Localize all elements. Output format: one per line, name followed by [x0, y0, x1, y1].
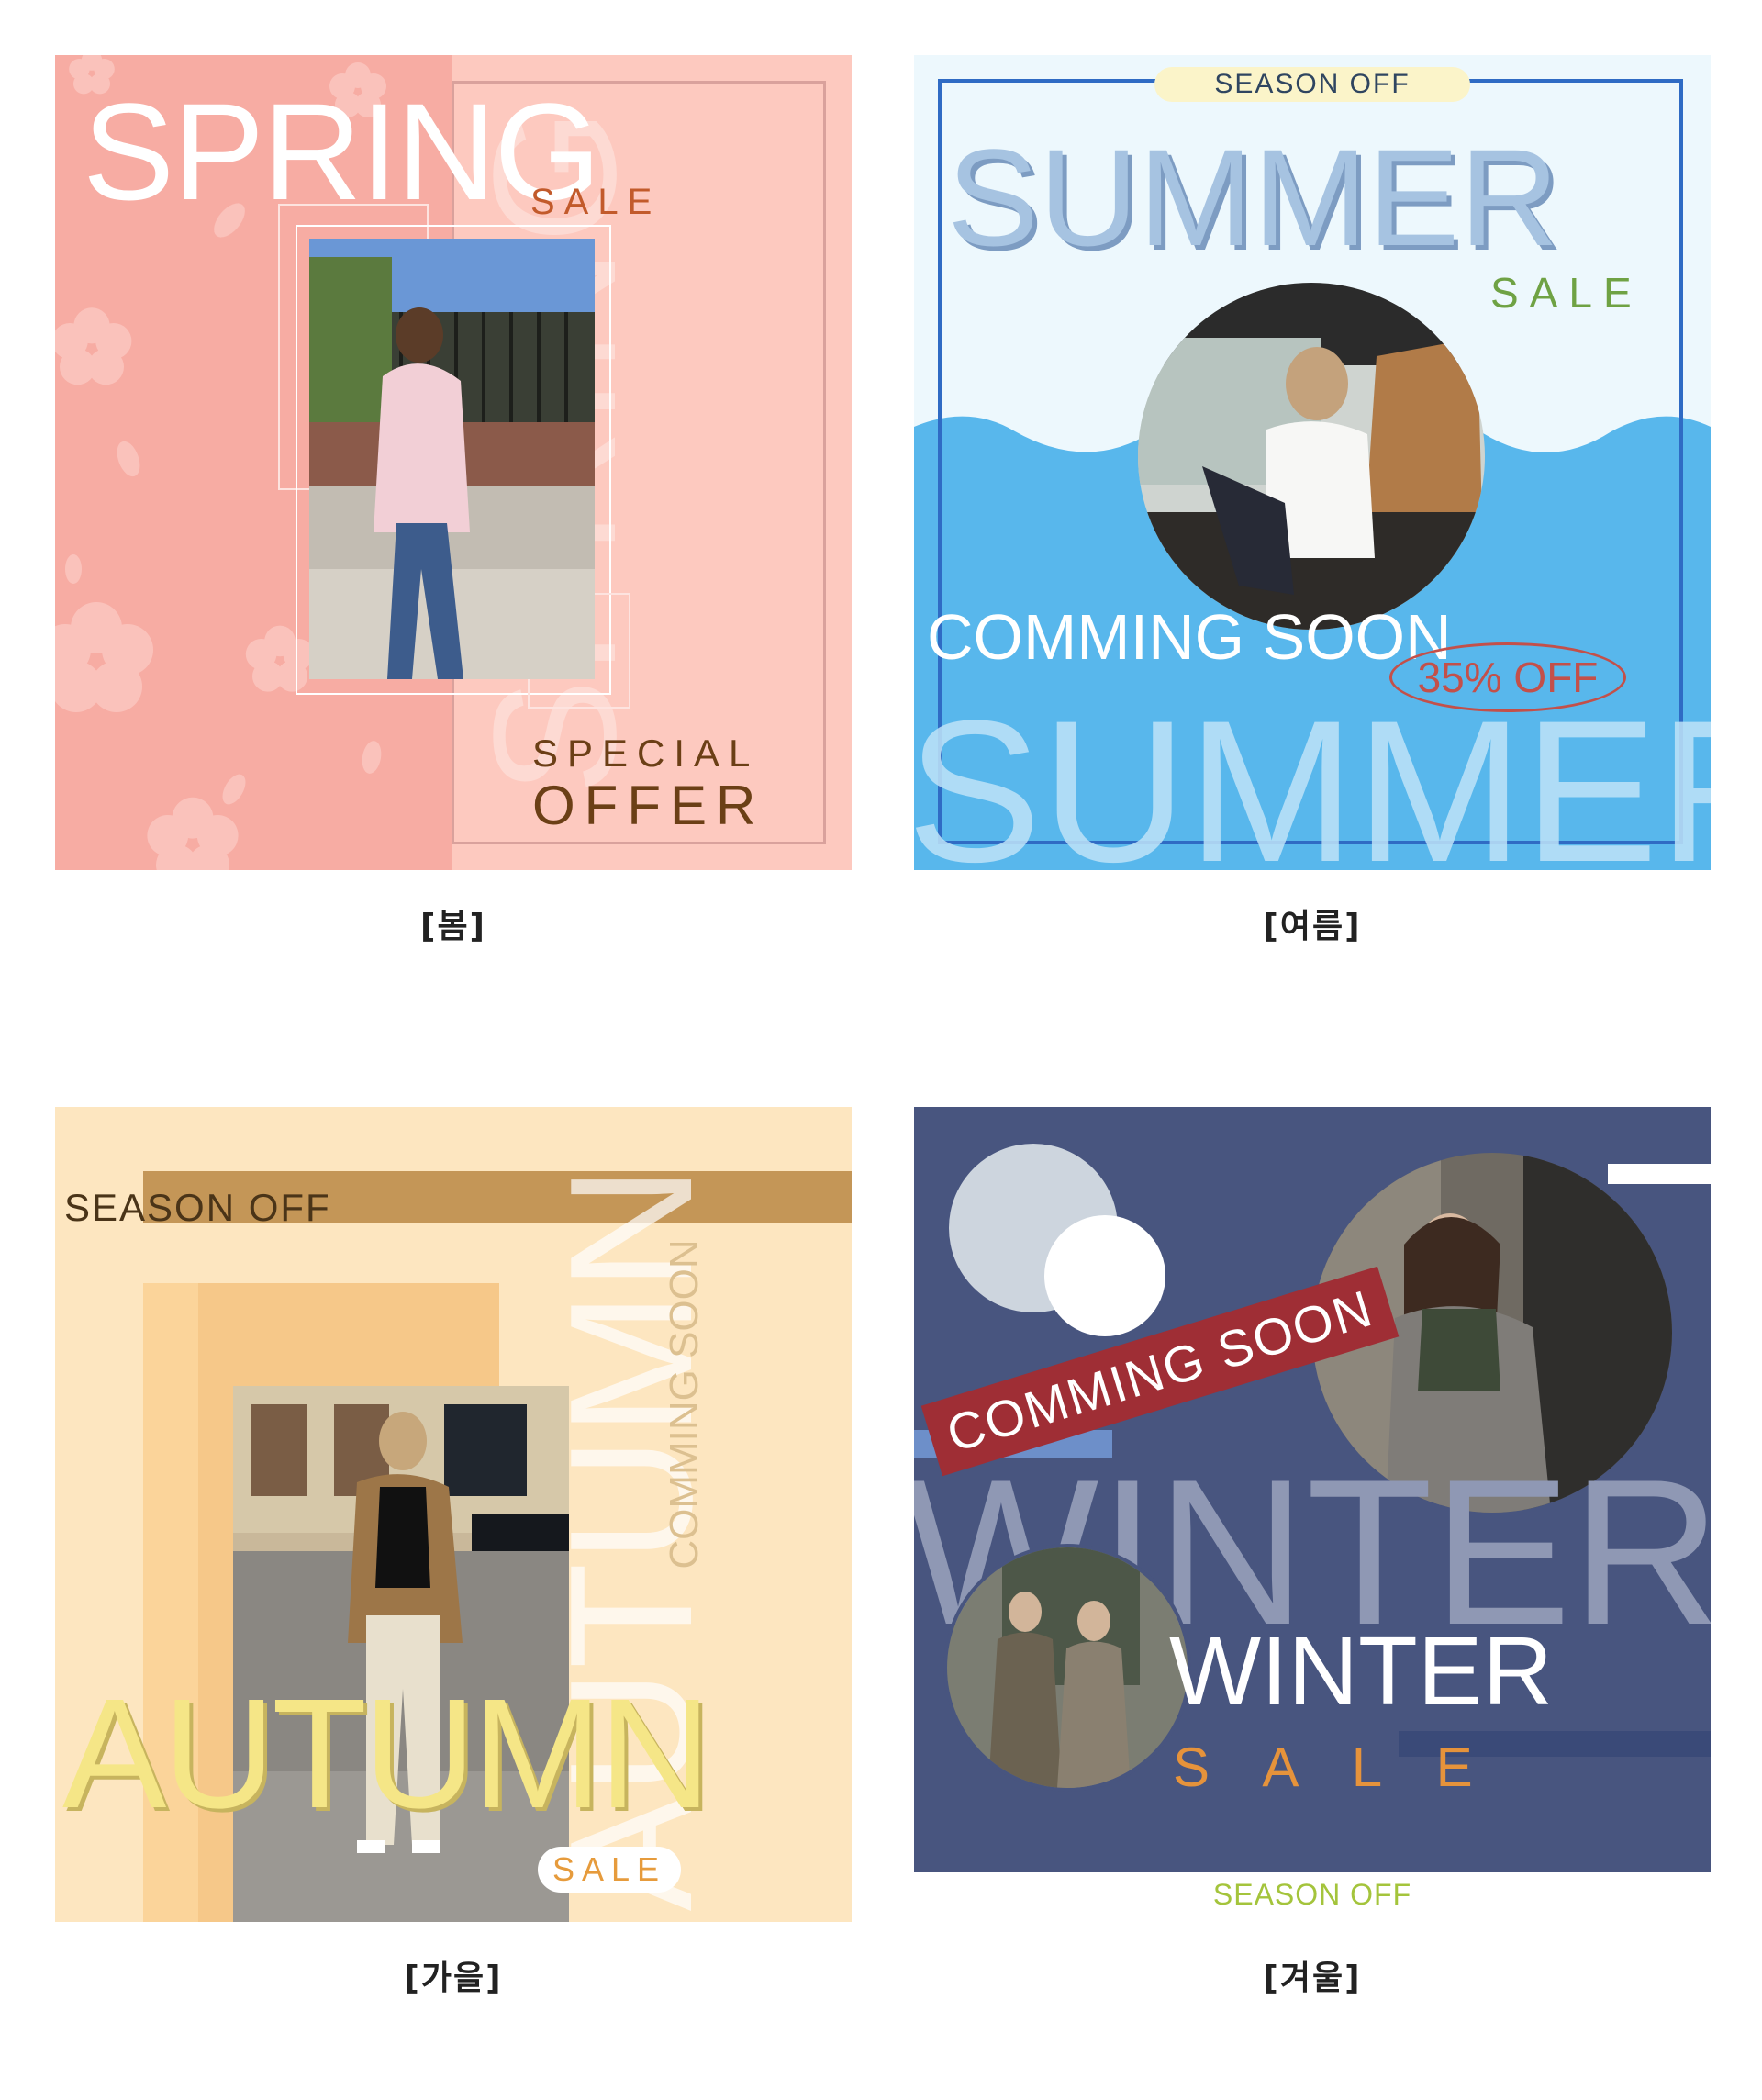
- summer-sale-label: SALE: [1490, 269, 1643, 317]
- summer-model-photo: [1138, 283, 1485, 630]
- season-off-text: SEASON OFF: [64, 1186, 331, 1229]
- winter-model-photo-small: [943, 1544, 1191, 1792]
- autumn-title: AUTUMN: [62, 1667, 711, 1841]
- winter-season-off: SEASON OFF: [1212, 1878, 1412, 1911]
- autumn-caption: [가을]: [404, 1960, 503, 1997]
- winter-caption: [겨울]: [1263, 1960, 1362, 1997]
- spring-caption: [봄]: [419, 908, 487, 945]
- autumn-sale-panel: AUTUMN SEASON OFF COMMING SOON AUTUMN SA…: [55, 1107, 852, 1922]
- winter-title: WINTER: [1169, 1617, 1554, 1726]
- white-circle: [1044, 1215, 1165, 1336]
- bg-summer-text: SUMMER: [914, 678, 1711, 870]
- autumn-model-photo: [233, 1386, 569, 1922]
- white-bar: [1608, 1164, 1711, 1184]
- spring-title: SPRING: [83, 74, 601, 229]
- discount-text: 35% OFF: [1417, 653, 1599, 701]
- vertical-comming-soon: COMMING SOON: [662, 1239, 707, 1569]
- summer-title: SUMMER: [947, 120, 1559, 274]
- spring-sale-label: SALE: [530, 182, 662, 222]
- winter-sale-panel: WINTER COMMING SOON WINTER S A L E: [914, 1107, 1711, 1872]
- spring-model-photo: [309, 239, 595, 679]
- offer-label: OFFER: [532, 775, 765, 836]
- summer-caption: [여름]: [1263, 908, 1362, 945]
- season-off-badge-text: SEASON OFF: [1214, 69, 1411, 99]
- winter-sale-text: S A L E: [1173, 1737, 1493, 1798]
- summer-sale-panel: SEASON OFF SUMMER SALE SUMMER COMMING SO…: [914, 55, 1711, 870]
- autumn-sale-text: SALE: [552, 1850, 667, 1888]
- special-label: SPECIAL: [532, 732, 760, 775]
- spring-sale-panel: SPRING SPRING SALE SPECIAL OFFER: [55, 55, 852, 870]
- comming-soon-text: COMMING SOON: [927, 601, 1452, 673]
